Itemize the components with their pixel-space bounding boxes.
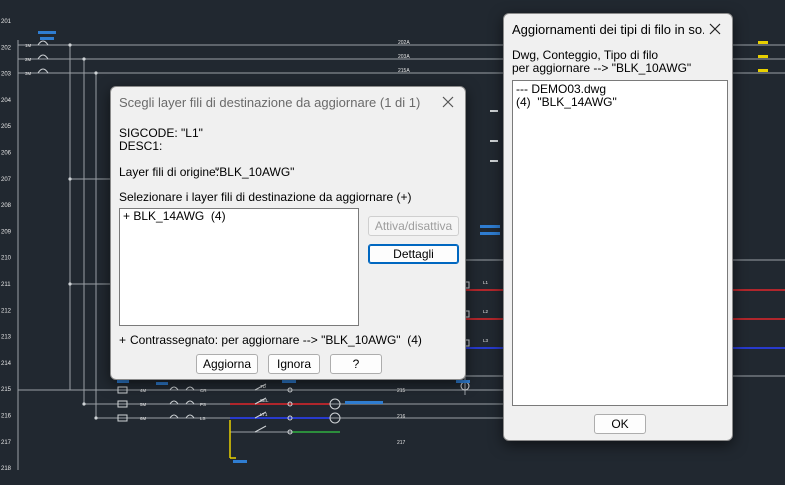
row-number: 212 [1, 308, 12, 314]
row-number: 206 [1, 151, 12, 157]
device-label: CR [200, 388, 207, 393]
wire-number-label: 215A [398, 68, 410, 74]
device-label: TD [260, 384, 267, 389]
row-number: 202 [1, 45, 12, 51]
toggle-button[interactable]: Attiva/disattiva [368, 216, 459, 236]
device-label: L1 [483, 280, 489, 285]
row-number: 216 [1, 414, 12, 420]
help-button[interactable]: ? [330, 354, 382, 374]
device-label: 4M [140, 388, 147, 393]
device-label: 2M [25, 57, 32, 62]
updates-header-line2: per aggiornare --> "BLK_10AWG" [512, 61, 692, 75]
dialog-titlebar[interactable]: Scegli layer fili di destinazione da agg… [111, 87, 465, 117]
update-button[interactable]: Aggiorna [196, 354, 258, 374]
device-label: 6M [140, 416, 147, 421]
list-item[interactable]: + BLK_14AWG (4) [123, 210, 355, 223]
row-number: 213 [1, 335, 12, 341]
row-number: 215 [1, 387, 12, 393]
dialog-titlebar[interactable]: Aggiornamenti dei tipi di filo in so... [504, 14, 732, 44]
wire-type-updates-dialog: Aggiornamenti dei tipi di filo in so... … [503, 13, 733, 441]
dialog-title: Aggiornamenti dei tipi di filo in so... [512, 22, 704, 37]
ok-button[interactable]: OK [594, 414, 646, 434]
wire-number-label: 216 [397, 414, 406, 420]
target-layer-list[interactable]: + BLK_14AWG (4) [119, 208, 359, 326]
origin-layer-label: Layer fili di origine: [119, 165, 220, 179]
updates-list[interactable]: --- DEMO03.dwg (4) "BLK_14AWG" [512, 80, 728, 406]
row-number: 211 [1, 282, 11, 288]
close-icon[interactable] [704, 18, 726, 40]
device-label: 5M [140, 402, 147, 407]
device-label: L2 [483, 309, 489, 314]
row-number: 205 [1, 124, 12, 130]
wire-number-label: 202A [398, 40, 410, 46]
device-label: SEL [260, 398, 269, 403]
device-label: 3M [25, 71, 32, 76]
ignore-button[interactable]: Ignora [268, 354, 320, 374]
device-label: 1M [25, 43, 32, 48]
dialog-title: Scegli layer fili di destinazione da agg… [119, 95, 421, 110]
desc-text: DESC1: [119, 139, 163, 153]
marked-update-text: Contrassegnato: per aggiornare --> "BLK_… [130, 333, 422, 347]
row-number: 217 [1, 440, 12, 446]
row-number: 203 [1, 72, 12, 78]
device-label: PS [200, 402, 206, 407]
row-number: 201 [1, 19, 12, 25]
row-number: 209 [1, 229, 12, 235]
wire-number-label: 217 [397, 440, 406, 446]
row-number: 208 [1, 203, 12, 209]
wire-number-label: 215 [397, 388, 406, 394]
device-label: LT1 [260, 412, 268, 417]
origin-layer-value: "BLK_10AWG" [215, 165, 295, 179]
row-number: 207 [1, 177, 12, 183]
row-number: 218 [1, 466, 12, 472]
details-button[interactable]: Dettagli [368, 244, 459, 264]
wire-number-label: 203A [398, 54, 410, 60]
select-target-label: Selezionare i layer fili di destinazione… [119, 190, 412, 204]
close-icon[interactable] [437, 91, 459, 113]
row-number: 204 [1, 98, 12, 104]
device-label: LS [200, 416, 206, 421]
choose-target-layers-dialog: Scegli layer fili di destinazione da agg… [110, 86, 466, 380]
device-label: L3 [483, 338, 489, 343]
row-number: 210 [1, 256, 12, 262]
marked-prefix: + [119, 333, 127, 347]
list-item[interactable]: (4) "BLK_14AWG" [516, 96, 724, 109]
row-number: 214 [1, 361, 12, 367]
